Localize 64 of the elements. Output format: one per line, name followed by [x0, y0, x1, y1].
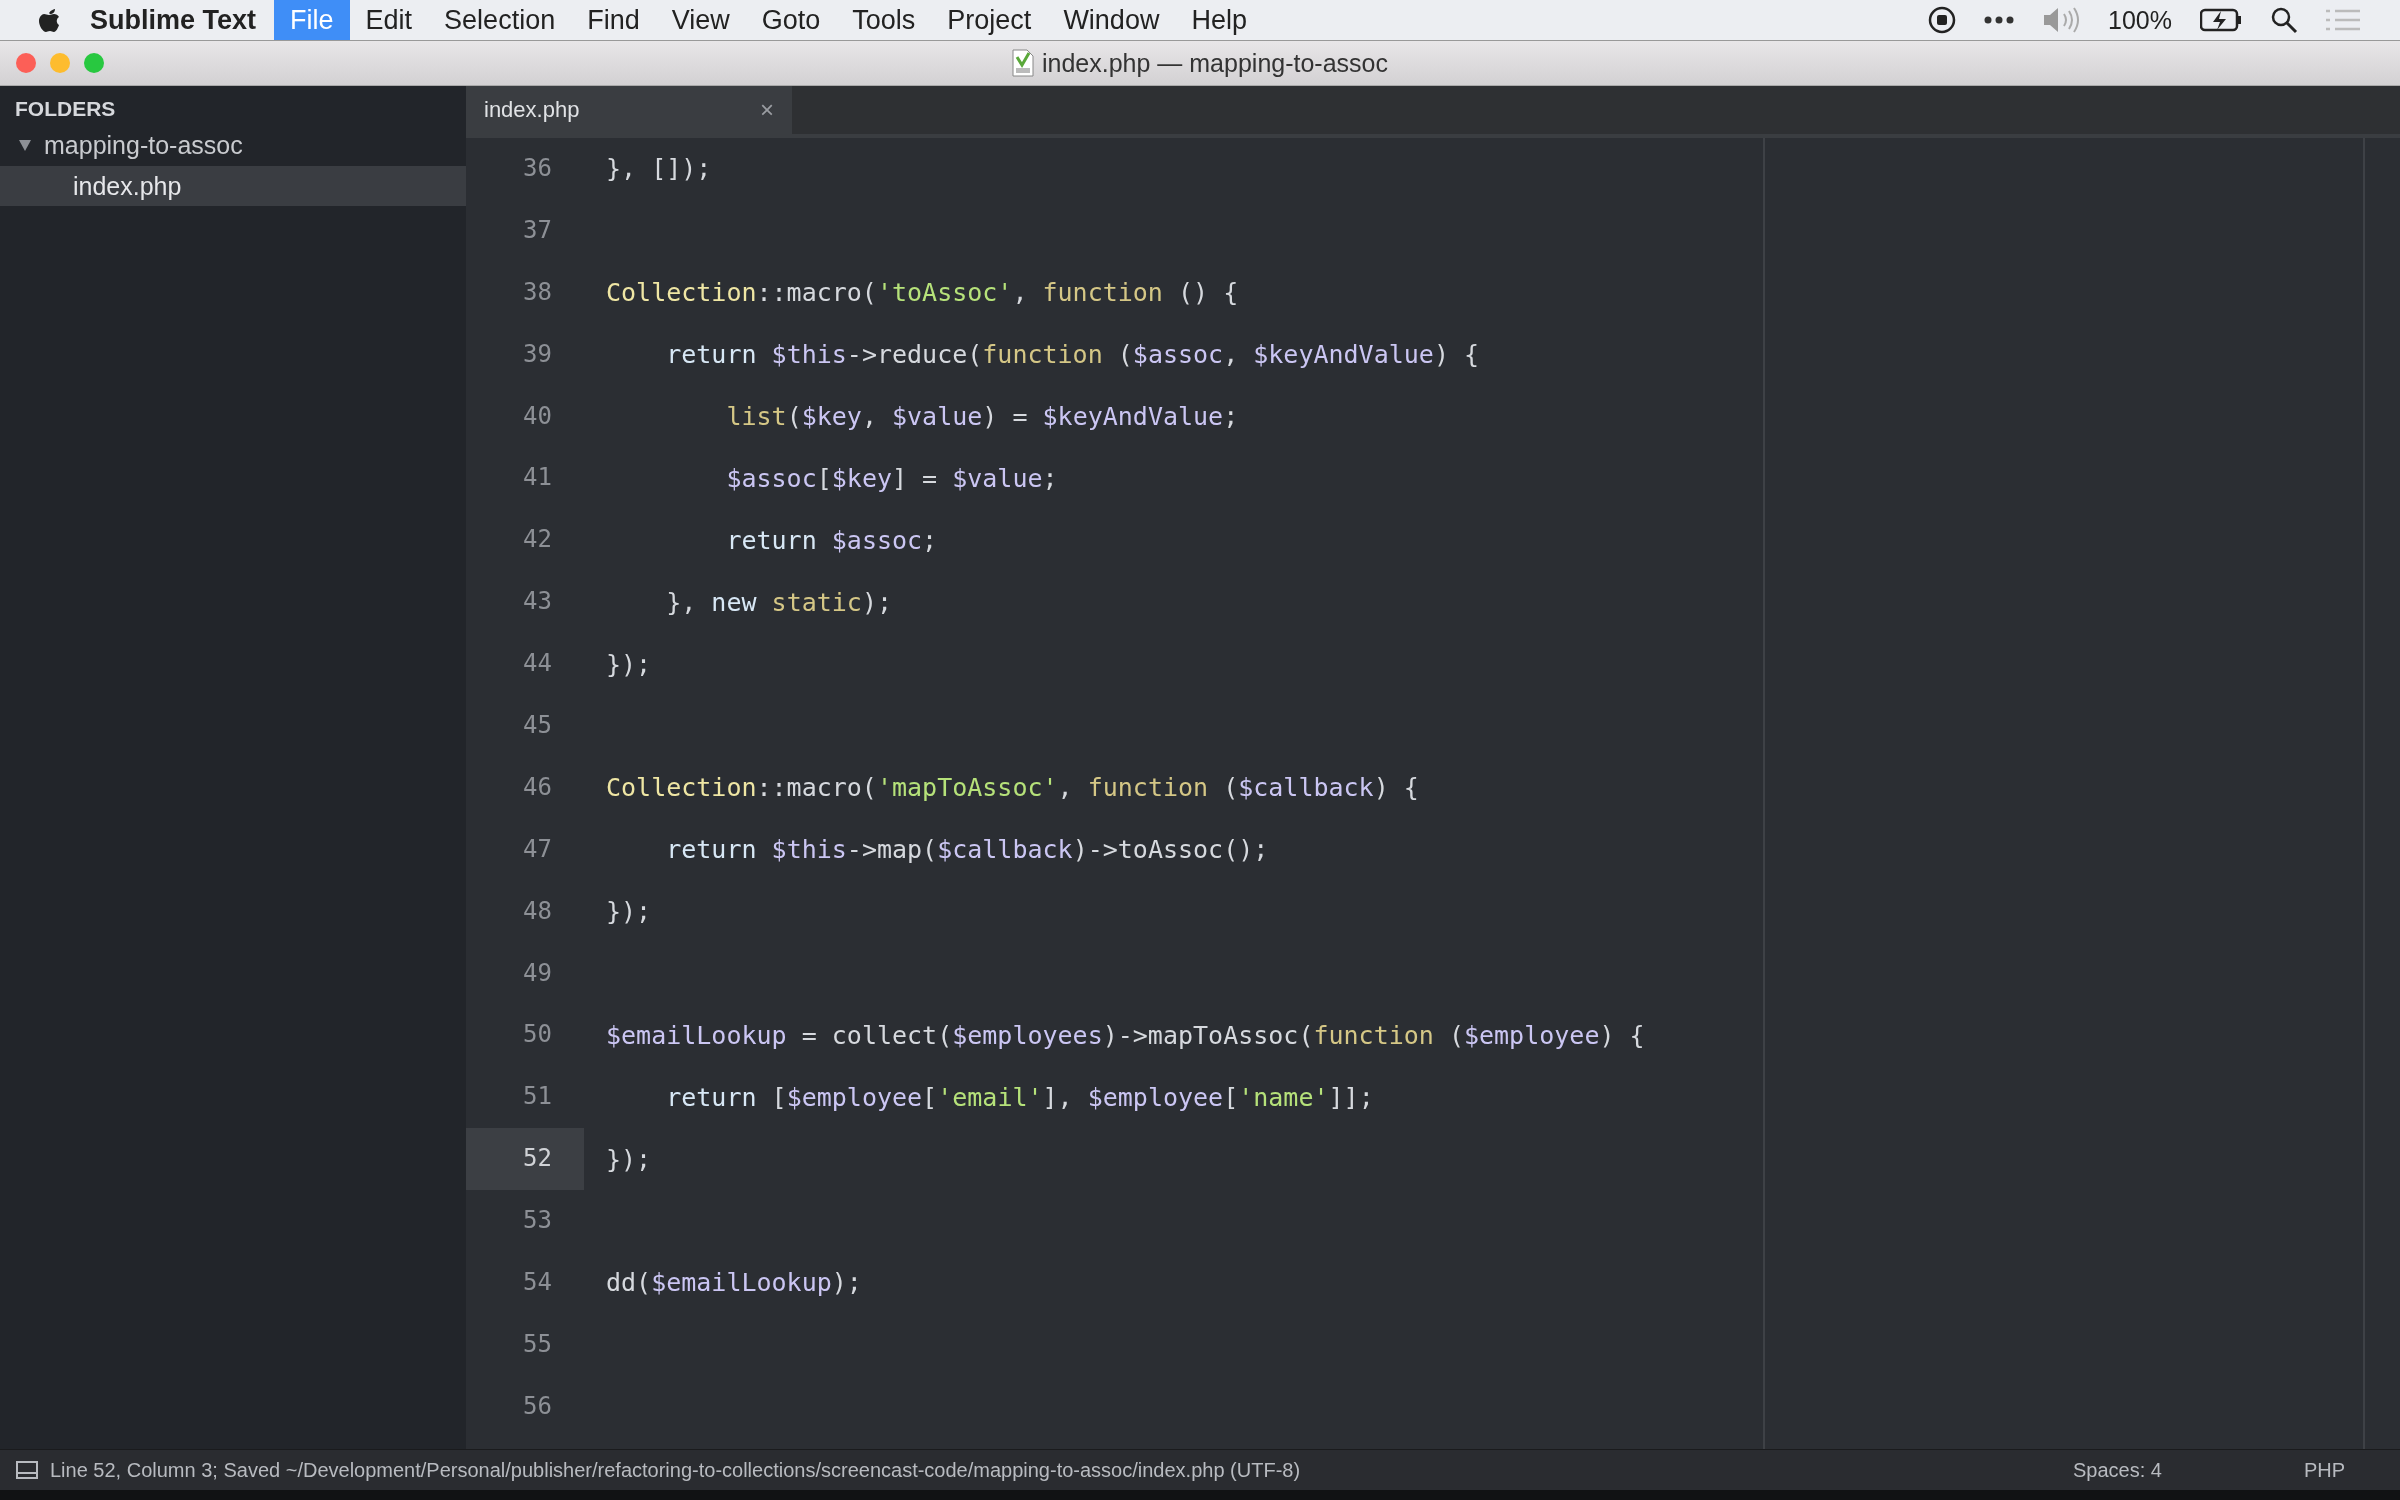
code-line: return $assoc; [725, 525, 938, 555]
menu-item[interactable]: Find [571, 0, 656, 40]
code-line: }, new static); [665, 587, 892, 617]
panel-icon[interactable] [16, 1461, 38, 1479]
stop-icon[interactable] [1928, 6, 1957, 34]
menu-item[interactable]: Selection [428, 0, 572, 40]
code-line: Collection::macro('mapToAssoc', function ($callback) { [606, 773, 1419, 803]
indentation-setting[interactable]: Spaces: 4 [2073, 1458, 2292, 1482]
line-number: 39 [522, 338, 553, 370]
code-line: $assoc[$key] = $value; [725, 463, 1058, 493]
battery-icon[interactable] [2200, 8, 2242, 32]
code-line: return $this->reduce(function ($assoc, $keyAndValue) { [665, 340, 1480, 370]
battery-percent: 100% [2108, 5, 2172, 35]
code-line: }); [606, 649, 652, 679]
line-number: 47 [522, 833, 553, 865]
search-icon[interactable] [2270, 6, 2298, 34]
line-number: 54 [522, 1267, 553, 1299]
line-number: 42 [522, 524, 553, 556]
line-number: 52 [466, 1128, 584, 1191]
code-line: list($key, $value) = $keyAndValue; [725, 402, 1239, 431]
line-number: 51 [522, 1081, 553, 1113]
line-number: 55 [522, 1328, 553, 1360]
code-line: }, []); [606, 154, 712, 184]
line-number: 40 [522, 400, 553, 432]
file-tab[interactable]: index.php × [466, 86, 792, 134]
tab-close-button[interactable]: × [760, 96, 774, 124]
code-line: dd($emailLookup); [606, 1268, 862, 1298]
line-number: 53 [522, 1205, 553, 1237]
code-line: Collection::macro('toAssoc', function () { [606, 278, 1239, 308]
menu-item[interactable]: Goto [745, 0, 837, 40]
line-number: 44 [522, 648, 553, 680]
menu-item[interactable]: Project [931, 0, 1048, 40]
line-number: 50 [522, 1019, 553, 1051]
file-icon [1012, 49, 1034, 77]
menu-item[interactable]: Window [1047, 0, 1176, 40]
line-number: 46 [522, 771, 553, 803]
code-line: }); [606, 1144, 652, 1174]
sidebar-heading: FOLDERS [14, 96, 117, 122]
sidebar-folder[interactable]: mapping-to-assoc [44, 130, 243, 160]
menu-item[interactable]: Edit [349, 0, 429, 40]
code-line: return $this->map($callback)->toAssoc(); [665, 835, 1269, 865]
line-number: 48 [522, 895, 553, 927]
syntax-setting[interactable]: PHP [2304, 1458, 2384, 1482]
window-title: index.php — mapping-to-assoc [1042, 48, 1388, 78]
disclosure-triangle-icon[interactable] [18, 138, 32, 152]
menu-item[interactable]: View [655, 0, 746, 40]
code-line: }); [606, 897, 652, 927]
line-number: 43 [522, 586, 553, 618]
code-line: $emailLookup = collect($employees)->mapToAssoc(function ($employee) { [606, 1020, 1645, 1050]
code-line: return [$employee['email'], $employee['name']]; [665, 1082, 1374, 1112]
dots-icon[interactable] [1984, 16, 2015, 24]
line-number: 45 [522, 710, 553, 741]
line-number: 56 [522, 1390, 553, 1422]
app-name[interactable]: Sublime Text [90, 4, 257, 36]
menu-item[interactable]: Help [1175, 0, 1263, 40]
status-message: Line 52, Column 3; Saved ~/Development/Personal/publisher/refactoring-to-collections/screencast-code/mapping-to-assoc/index.php (UTF-8) [50, 1458, 1301, 1482]
line-number: 49 [522, 957, 553, 989]
line-number: 38 [522, 276, 553, 308]
tab-label: index.php [484, 97, 580, 123]
line-number: 36 [522, 153, 553, 184]
line-number: 41 [522, 462, 553, 494]
sidebar-file[interactable]: index.php [0, 166, 466, 206]
line-number: 37 [522, 214, 553, 246]
menu-item[interactable]: Tools [836, 0, 932, 40]
